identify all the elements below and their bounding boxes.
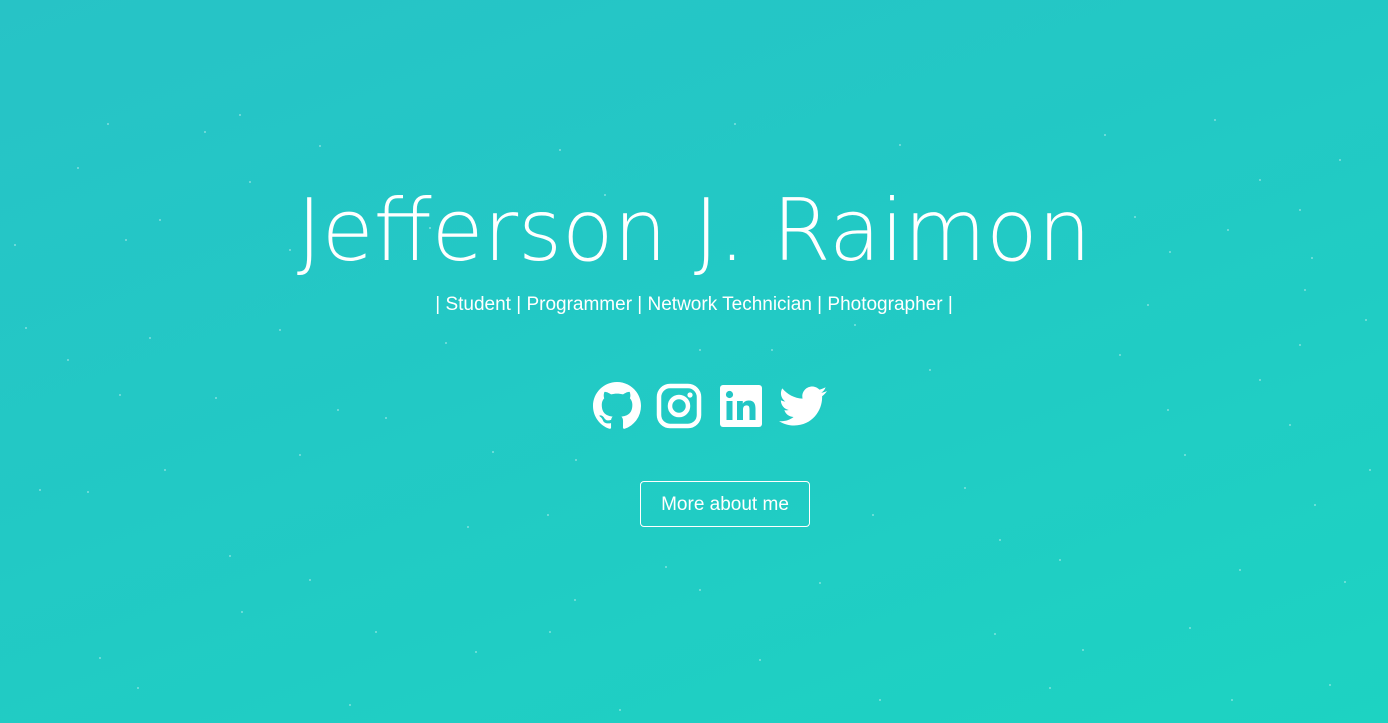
twitter-icon: [779, 386, 827, 426]
twitter-link[interactable]: [779, 382, 827, 430]
instagram-icon: [656, 383, 702, 429]
hero-section: Jefferson J. Raimon | Student | Programm…: [0, 0, 1388, 723]
hero-content: Jefferson J. Raimon | Student | Programm…: [0, 0, 1388, 723]
linkedin-icon: [720, 385, 762, 427]
more-about-me-button[interactable]: More about me: [640, 481, 810, 527]
tagline: | Student | Programmer | Network Technic…: [435, 294, 953, 315]
linkedin-link[interactable]: [717, 382, 765, 430]
social-links: [0, 382, 1388, 430]
page-title: Jefferson J. Raimon: [296, 181, 1092, 281]
github-icon: [593, 382, 641, 429]
instagram-link[interactable]: [655, 382, 703, 430]
github-link[interactable]: [593, 382, 641, 430]
